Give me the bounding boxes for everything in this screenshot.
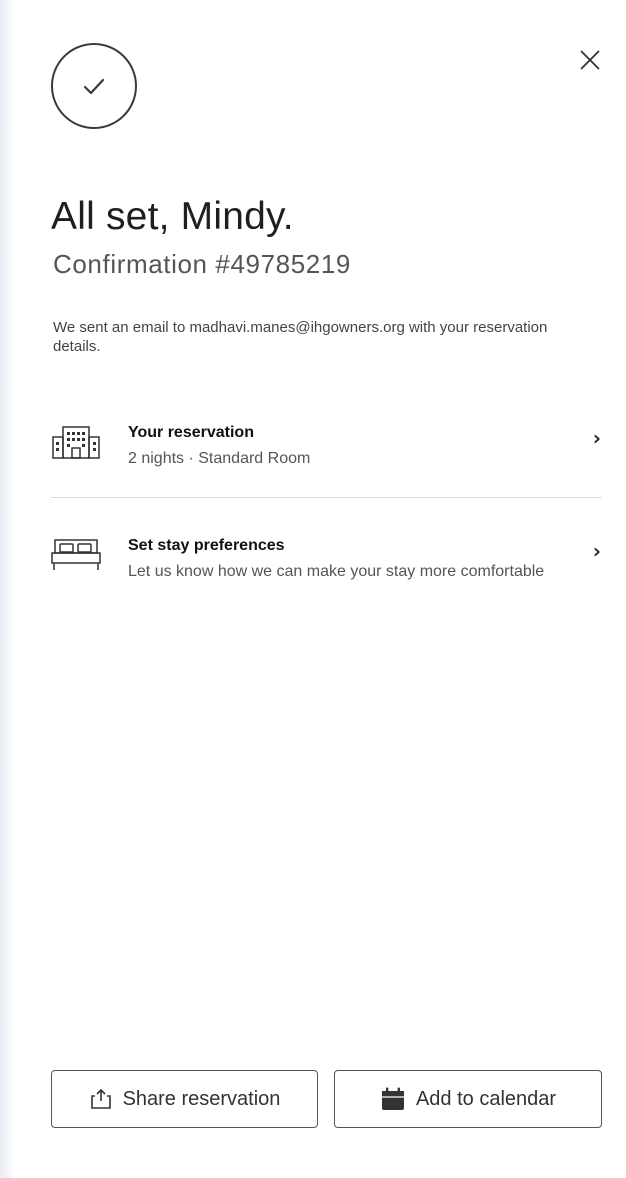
your-reservation-title: Your reservation — [128, 424, 254, 441]
your-reservation-subtitle: 2 nights · Standard Room — [128, 450, 311, 467]
add-to-calendar-button[interactable]: Add to calendar — [334, 1070, 602, 1128]
close-icon — [580, 50, 600, 70]
stay-preferences-subtitle: Let us know how we can make your stay mo… — [128, 563, 545, 580]
close-button[interactable] — [575, 45, 605, 75]
chevron-right-icon: › — [592, 426, 601, 450]
stay-preferences-title: Set stay preferences — [128, 537, 285, 554]
share-icon — [89, 1087, 113, 1111]
add-to-calendar-label: Add to calendar — [415, 1087, 557, 1110]
calendar-icon — [380, 1086, 406, 1112]
confirmation-number: Confirmation #49785219 — [53, 249, 351, 279]
bed-icon — [51, 537, 101, 578]
stay-preferences-row[interactable]: Set stay preferences Let us know how we … — [51, 537, 601, 607]
share-reservation-button[interactable]: Share reservation — [51, 1070, 318, 1128]
checkmark-circle-icon — [51, 43, 137, 129]
chevron-right-icon: › — [592, 539, 601, 563]
share-reservation-label: Share reservation — [122, 1087, 281, 1110]
email-note: We sent an email to madhavi.manes@ihgown… — [53, 319, 548, 355]
page-title: All set, Mindy. — [51, 195, 294, 238]
divider — [51, 497, 602, 498]
hotel-building-icon — [51, 424, 101, 465]
left-edge-shadow — [0, 0, 14, 1178]
your-reservation-row[interactable]: Your reservation 2 nights · Standard Roo… — [51, 424, 601, 474]
